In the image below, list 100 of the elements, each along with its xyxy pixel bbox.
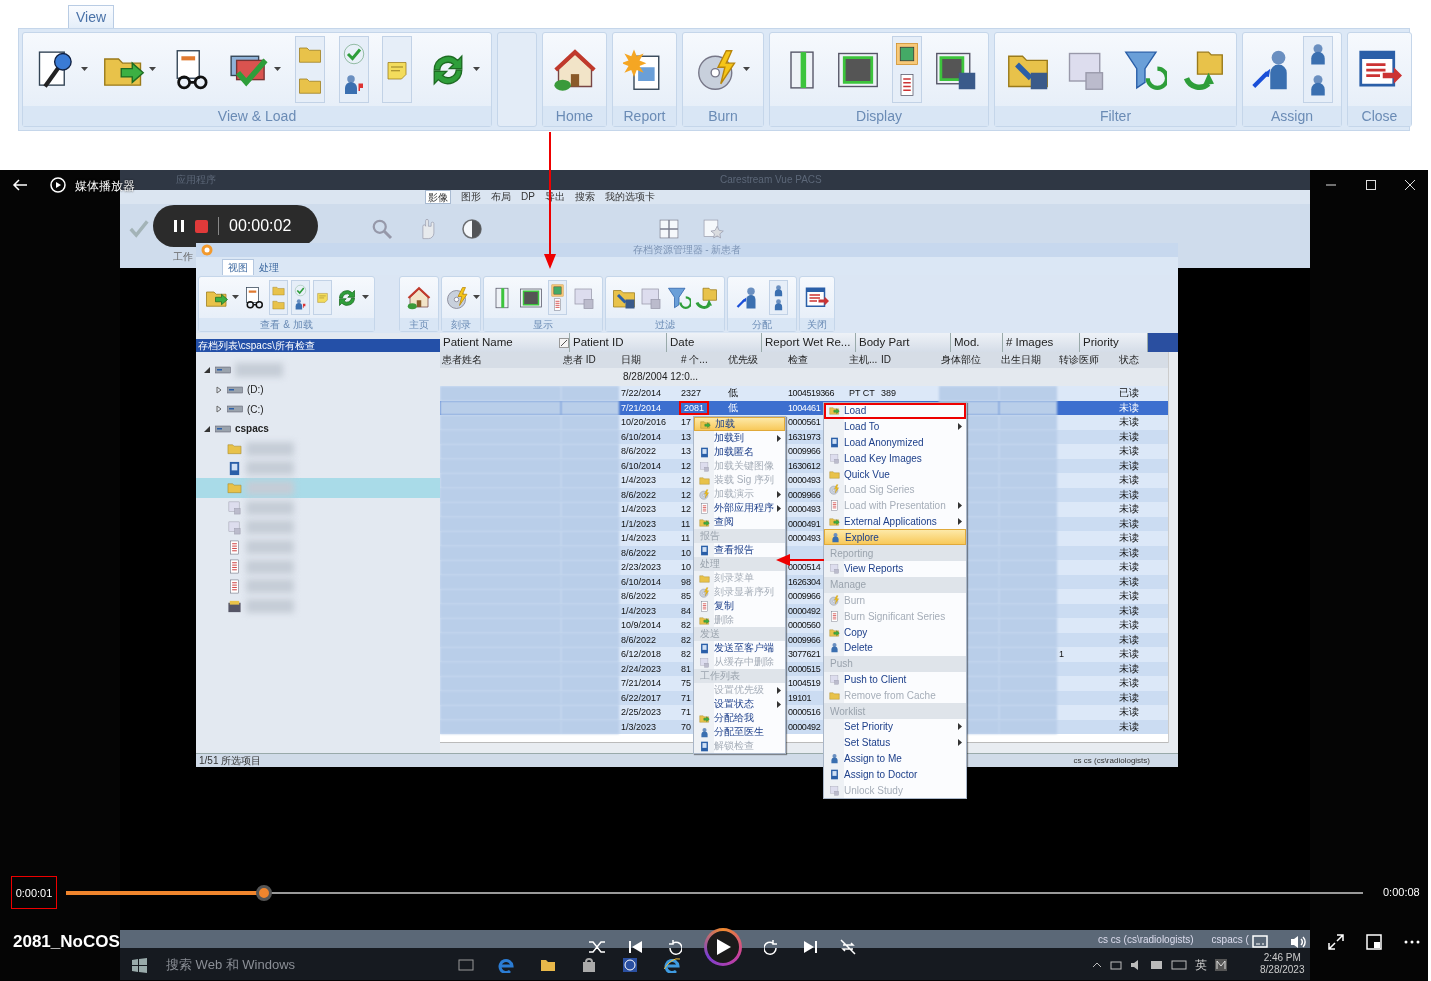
column-header[interactable]: 状态: [1117, 352, 1168, 368]
task-view-icon[interactable]: [458, 957, 474, 973]
browser-icon[interactable]: [498, 957, 514, 973]
menu-item[interactable]: 加载: [694, 417, 785, 431]
close-icon[interactable]: [1405, 180, 1415, 190]
table-cell: 98: [681, 576, 691, 587]
caret-icon[interactable]: [148, 67, 156, 72]
caret-icon[interactable]: [743, 67, 750, 72]
collapsed-arrow-icon[interactable]: [214, 405, 223, 414]
column-header[interactable]: Patient Name: [440, 333, 570, 352]
browser-icon[interactable]: [664, 957, 680, 973]
shopping-bag-icon[interactable]: [581, 957, 597, 973]
pause-icon[interactable]: [173, 219, 185, 233]
ribbon-tab[interactable]: 我的选项卡: [604, 190, 655, 204]
column-header[interactable]: 检查: [786, 352, 847, 368]
window-exit-icon[interactable]: [805, 285, 829, 310]
play-logo-icon[interactable]: [50, 177, 66, 193]
maximize-icon[interactable]: [1366, 180, 1376, 190]
menu-item[interactable]: Explore: [824, 529, 966, 546]
column-header[interactable]: # 个...: [679, 352, 726, 368]
ribbon-tab[interactable]: 搜索: [574, 190, 595, 204]
sort-icon[interactable]: [559, 337, 569, 348]
seek-slider[interactable]: [66, 885, 1363, 901]
column-header[interactable]: 主机...: [847, 352, 879, 368]
panel-icon[interactable]: [895, 42, 919, 67]
ribbon-tab[interactable]: DP: [521, 190, 535, 204]
panel-icon[interactable]: [519, 285, 544, 310]
ribbon-tab[interactable]: 图形: [461, 190, 481, 204]
folder-icon[interactable]: [540, 957, 556, 973]
column-header[interactable]: Date: [667, 333, 762, 352]
previous-icon[interactable]: [628, 939, 644, 955]
expand-icon[interactable]: [1328, 934, 1344, 950]
column-header[interactable]: Patient ID: [570, 333, 667, 352]
input-method[interactable]: 英: [1195, 956, 1207, 974]
menu-item[interactable]: Load: [824, 403, 966, 419]
column-header[interactable]: 转诊医师: [1057, 352, 1117, 368]
ribbon-tab[interactable]: 处理: [254, 260, 284, 275]
ribbon-tab[interactable]: 布局: [491, 190, 511, 204]
house-icon[interactable]: [552, 47, 597, 92]
clock-app-icon[interactable]: [622, 957, 638, 973]
column-header[interactable]: # Images: [1003, 333, 1080, 352]
table-cell: 未读: [1119, 604, 1139, 616]
volume-icon[interactable]: [1290, 934, 1306, 950]
caret-icon[interactable]: [473, 295, 480, 300]
mini-player-icon[interactable]: [1366, 934, 1382, 950]
column-header[interactable]: 优先级: [726, 352, 786, 368]
checkmark-icon[interactable]: [341, 42, 366, 67]
caret-icon[interactable]: [361, 295, 369, 300]
tree-label[interactable]: (C:): [247, 403, 264, 415]
star-icon[interactable]: [702, 218, 724, 240]
folder-arrow-icon[interactable]: [694, 285, 719, 310]
column-header[interactable]: 出生日期: [999, 352, 1057, 368]
table-cell: PT CT: [849, 388, 875, 398]
rewind-icon[interactable]: [666, 939, 682, 955]
column-header[interactable]: Mod.: [951, 333, 1003, 352]
windows-logo-icon[interactable]: [132, 957, 147, 973]
column-header[interactable]: 日期: [619, 352, 679, 368]
chevron-up-icon[interactable]: [1092, 960, 1102, 970]
grid-icon[interactable]: [658, 218, 680, 240]
caret-icon[interactable]: [473, 67, 481, 72]
expanded-arrow-icon[interactable]: [202, 424, 211, 433]
forward-icon[interactable]: [764, 939, 780, 955]
table-row[interactable]: 7/22/2014 2327 低 1004519366 PT CT 389 已读: [440, 386, 1168, 401]
checkmark-icon[interactable]: [293, 283, 307, 297]
subtitles-icon[interactable]: [1252, 934, 1268, 950]
caret-icon[interactable]: [274, 67, 282, 72]
person-icon[interactable]: [293, 298, 307, 312]
stop-icon[interactable]: [195, 219, 208, 233]
network-icon[interactable]: [1110, 959, 1122, 971]
m-app-icon[interactable]: [1215, 959, 1227, 971]
column-header[interactable]: Body Part: [856, 333, 951, 352]
keyboard-icon[interactable]: [1171, 959, 1187, 971]
tree-label[interactable]: cspacs: [235, 423, 269, 435]
house-icon[interactable]: [407, 285, 431, 310]
contrast-icon[interactable]: [460, 217, 484, 241]
search-field[interactable]: 搜索 Web 和 Windows: [166, 950, 296, 980]
message-icon[interactable]: [1150, 959, 1163, 971]
column-header[interactable]: 患者姓名: [440, 352, 561, 368]
ribbon-tab[interactable]: 视图: [222, 259, 254, 275]
column-header[interactable]: 患者 ID: [561, 352, 619, 368]
shuffle-icon[interactable]: [588, 939, 606, 955]
table-cell: 2081: [681, 402, 708, 413]
tree-label[interactable]: (D:): [247, 384, 264, 396]
column-header[interactable]: Priority: [1080, 333, 1148, 352]
ribbon-tab[interactable]: 影像: [425, 190, 451, 204]
vertical-scrollbar[interactable]: [1168, 352, 1178, 743]
caret-icon[interactable]: [231, 295, 239, 300]
column-header[interactable]: 身体部位: [939, 352, 999, 368]
expanded-arrow-icon[interactable]: [202, 365, 211, 374]
collapsed-arrow-icon[interactable]: [214, 385, 223, 394]
next-icon[interactable]: [802, 939, 818, 955]
column-header[interactable]: ID: [879, 352, 939, 368]
ribbon-tab[interactable]: View: [68, 5, 115, 28]
checkmark-icon[interactable]: [128, 218, 150, 240]
caret-icon[interactable]: [80, 67, 88, 72]
column-header[interactable]: Report Wet Re...: [762, 333, 856, 352]
funnel-icon[interactable]: [666, 285, 691, 310]
back-icon[interactable]: [12, 177, 28, 193]
document-icon: [227, 519, 242, 535]
repeat-off-icon[interactable]: [840, 939, 856, 955]
